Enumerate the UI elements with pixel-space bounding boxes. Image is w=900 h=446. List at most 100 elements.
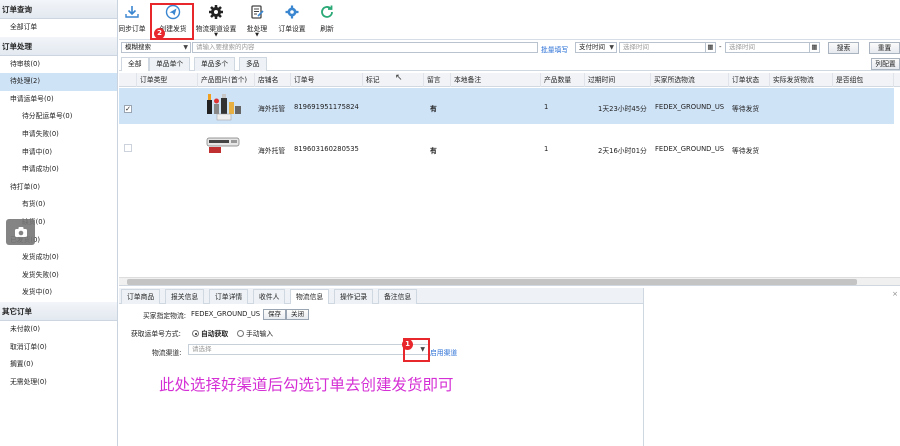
tab-customs-info[interactable]: 报关信息 xyxy=(165,289,205,304)
header-status[interactable]: 订单状态 xyxy=(729,73,770,87)
sidebar-item[interactable]: 全部订单 xyxy=(0,19,117,37)
tab-multi-item[interactable]: 多品 xyxy=(239,57,267,71)
horizontal-scrollbar[interactable] xyxy=(119,277,900,285)
sidebar-item[interactable]: 申请成功(0) xyxy=(0,161,117,179)
header-qty[interactable]: 产品数量 xyxy=(541,73,585,87)
sidebar-item[interactable]: 申请运单号(0) xyxy=(0,91,117,109)
tab-order-details[interactable]: 订单详情 xyxy=(209,289,249,304)
row-checkbox[interactable]: ✓ xyxy=(124,105,132,113)
column-config-button[interactable]: 列配置 xyxy=(871,58,900,70)
batch-button[interactable]: 批处理 ▼ xyxy=(241,3,273,38)
search-mode-select[interactable]: 模糊搜索 ▼ xyxy=(121,42,191,53)
sidebar-section-title[interactable]: 订单查询 xyxy=(0,0,117,19)
save-button[interactable]: 保存 xyxy=(263,309,286,320)
calendar-icon[interactable]: ▦ xyxy=(809,42,820,53)
product-thumbnail xyxy=(205,90,243,122)
batch-fill-link[interactable]: 批量填写 xyxy=(541,44,568,54)
refresh-label: 刷新 xyxy=(320,25,334,33)
header-message[interactable]: 留言 xyxy=(424,73,451,87)
sidebar-item[interactable]: 搁置(0) xyxy=(0,356,117,374)
auto-radio[interactable]: 自动获取 xyxy=(192,328,228,338)
camera-icon[interactable] xyxy=(6,219,35,245)
sidebar-item[interactable]: 发货成功(0) xyxy=(0,249,117,267)
sidebar-section-title[interactable]: 其它订单 xyxy=(0,301,117,321)
end-time-input[interactable]: 选择时间 xyxy=(725,42,819,53)
close-button[interactable]: 关闭 xyxy=(286,309,309,320)
time-type-select[interactable]: 支付时间 ▼ xyxy=(575,42,617,53)
tab-single-item[interactable]: 单品单个 xyxy=(149,57,191,71)
tab-recipient[interactable]: 收件人 xyxy=(253,289,286,304)
filter-tabs: 全部 单品单个 单品多个 多品 列配置 xyxy=(119,57,900,71)
manual-radio[interactable]: 手动输入 xyxy=(237,328,273,338)
order-number[interactable]: 819603160280535 xyxy=(294,145,359,153)
message-flag: 有 xyxy=(430,147,437,155)
sidebar-item[interactable]: 待审核(0) xyxy=(0,56,117,74)
header-local-note[interactable]: 本地备注 xyxy=(451,73,541,87)
calendar-icon[interactable]: ▦ xyxy=(705,42,716,53)
sidebar-item[interactable]: 待分配运单号(0) xyxy=(0,108,117,126)
gear-icon xyxy=(207,3,225,21)
logistics-settings-button[interactable]: 物流渠道设置 ▼ xyxy=(193,3,239,38)
header-order-type[interactable]: 订单类型 xyxy=(137,73,198,87)
header-mark[interactable]: 标记 xyxy=(363,73,424,87)
channel-placeholder: 请选择 xyxy=(192,345,212,353)
reset-button[interactable]: 重置 xyxy=(869,42,900,54)
sidebar-item[interactable]: 未付款(0) xyxy=(0,321,117,339)
sidebar-item[interactable]: 发货中(0) xyxy=(0,284,117,302)
grid-header: 订单类型 产品图片(首个) 店铺名 订单号 标记 留言 本地备注 产品数量 过期… xyxy=(119,73,900,87)
enable-channel-link[interactable]: 启用渠道 xyxy=(430,347,457,357)
search-button[interactable]: 搜索 xyxy=(828,42,859,54)
sidebar-item[interactable]: 取消订单(0) xyxy=(0,339,117,357)
header-expire[interactable]: 过期时间 xyxy=(585,73,651,87)
order-status: 等待发货 xyxy=(732,105,760,113)
tab-single-multi[interactable]: 单品多个 xyxy=(194,57,236,71)
sidebar-item[interactable]: 申请中(0) xyxy=(0,144,117,162)
sync-orders-button[interactable]: 同步订单 xyxy=(110,3,154,33)
header-buyer-logistics[interactable]: 买家所选物流 xyxy=(651,73,729,87)
search-input[interactable]: 请输入要搜索的内容 xyxy=(192,42,538,53)
order-number[interactable]: 819691951175824 xyxy=(294,103,359,111)
close-icon[interactable]: × xyxy=(892,290,898,298)
sidebar-item[interactable]: 无需处理(0) xyxy=(0,374,117,392)
sidebar-section-title[interactable]: 订单处理 xyxy=(0,36,117,56)
header-actual-logistics[interactable]: 实际发货物流 xyxy=(770,73,833,87)
sidebar-item[interactable]: 待打单(0) xyxy=(0,179,117,197)
tab-order-items[interactable]: 订单商品 xyxy=(121,289,161,304)
radio-icon xyxy=(192,330,199,337)
product-qty: 1 xyxy=(544,103,549,111)
sidebar-item[interactable]: 发货失败(0) xyxy=(0,267,117,285)
radio-icon xyxy=(237,330,244,337)
scrollbar-thumb[interactable] xyxy=(127,279,857,285)
header-bundle[interactable]: 是否组包 xyxy=(833,73,894,87)
sidebar-item[interactable]: 申请失败(0) xyxy=(0,126,117,144)
tab-all[interactable]: 全部 xyxy=(121,57,149,71)
table-row[interactable]: ✓ 海外托管 819691951175824 有 1 1天23小时45分 FED… xyxy=(119,88,894,124)
header-product-image[interactable]: 产品图片(首个) xyxy=(198,73,255,87)
tab-remarks[interactable]: 备注信息 xyxy=(378,289,418,304)
order-settings-button[interactable]: 订单设置 xyxy=(275,3,309,33)
header-check-col xyxy=(119,73,137,87)
expire-time: 1天23小时45分 xyxy=(598,105,647,113)
buyer-logistics: FEDEX_GROUND_US xyxy=(655,145,725,153)
store-name: 海外托管 xyxy=(258,105,286,113)
tab-operation-log[interactable]: 操作记录 xyxy=(334,289,374,304)
sync-orders-label: 同步订单 xyxy=(118,25,146,33)
toolbar: 同步订单 创建发货 物流渠道设置 ▼ 批处理 ▼ 订单设置 刷新 xyxy=(118,0,900,40)
settings-icon xyxy=(283,3,301,21)
channel-label: 物流渠道: xyxy=(152,349,182,357)
right-detail-panel: × xyxy=(643,288,900,446)
refresh-button[interactable]: 刷新 xyxy=(313,3,341,33)
row-checkbox[interactable] xyxy=(124,144,132,152)
range-dash: - xyxy=(719,43,722,51)
channel-select[interactable]: 请选择 ▼ xyxy=(188,344,429,355)
table-row[interactable]: 海外托管 819603160280535 有 1 2天16小时01分 FEDEX… xyxy=(119,125,894,161)
chevron-down-icon: ▼ xyxy=(183,44,188,51)
start-time-placeholder: 选择时间 xyxy=(623,43,649,51)
sidebar-item[interactable]: 待处理(2) xyxy=(0,73,117,91)
tab-logistics-info[interactable]: 物流信息 xyxy=(290,289,330,304)
start-time-input[interactable]: 选择时间 xyxy=(619,42,715,53)
header-order-no[interactable]: 订单号 xyxy=(291,73,363,87)
order-settings-label: 订单设置 xyxy=(278,25,306,33)
header-store[interactable]: 店铺名 xyxy=(255,73,291,87)
sidebar-item[interactable]: 有货(0) xyxy=(0,196,117,214)
